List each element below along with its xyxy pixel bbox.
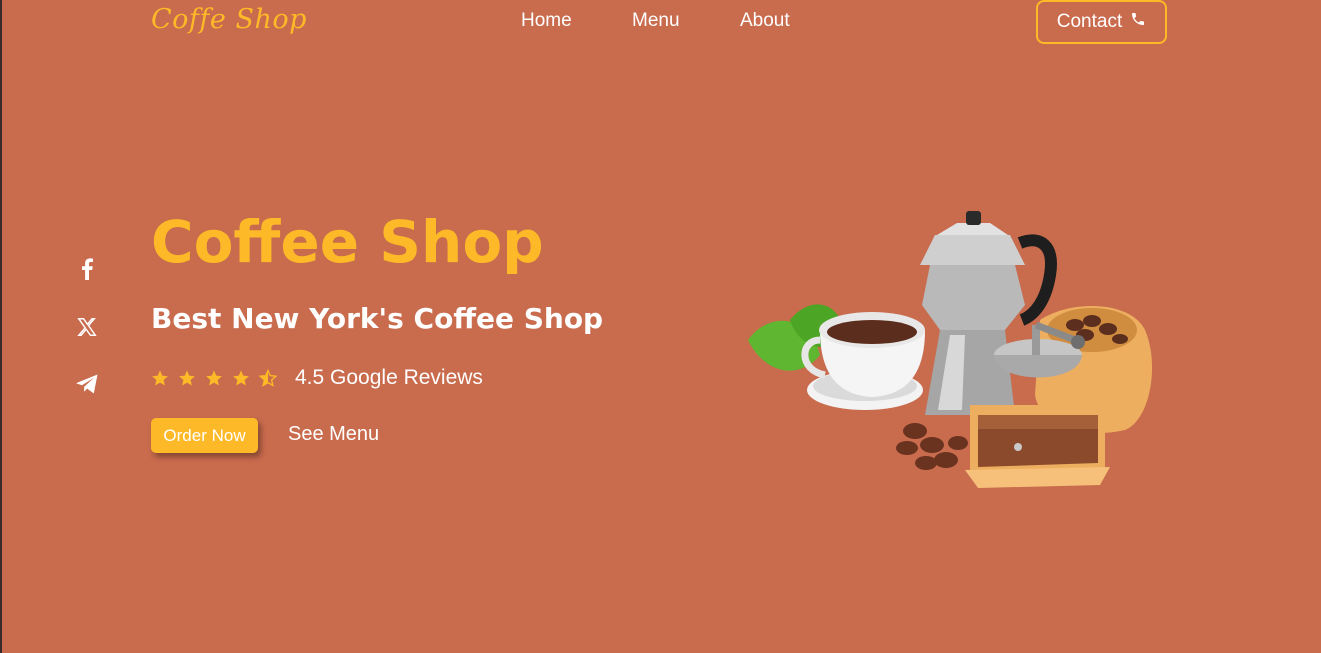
star-icon <box>152 370 168 386</box>
see-menu-link[interactable]: See Menu <box>288 423 379 446</box>
contact-label: Contact <box>1056 11 1123 32</box>
order-now-button[interactable]: Order Now <box>151 418 258 453</box>
hero-title: Coffee Shop <box>151 208 544 276</box>
star-half-icon <box>259 369 277 387</box>
star-icon <box>233 370 249 386</box>
coffee-set-illustration <box>740 205 1160 495</box>
rating: 4.5 Google Reviews <box>151 366 483 390</box>
facebook-icon[interactable] <box>74 256 100 282</box>
star-icon <box>179 370 195 386</box>
x-twitter-icon[interactable] <box>74 314 100 340</box>
nav-about[interactable]: About <box>740 10 790 32</box>
nav-home[interactable]: Home <box>521 10 572 32</box>
telegram-icon[interactable] <box>74 371 100 397</box>
contact-button[interactable]: Contact <box>1036 0 1167 44</box>
hero-subtitle: Best New York's Coffee Shop <box>151 302 604 335</box>
star-icon <box>206 370 222 386</box>
window-edge <box>0 0 2 653</box>
nav-menu[interactable]: Menu <box>632 10 680 32</box>
rating-text: 4.5 Google Reviews <box>295 366 483 389</box>
rating-stars <box>151 369 277 387</box>
phone-icon <box>1130 11 1146 33</box>
logo[interactable]: Coffe Shop <box>151 4 307 35</box>
